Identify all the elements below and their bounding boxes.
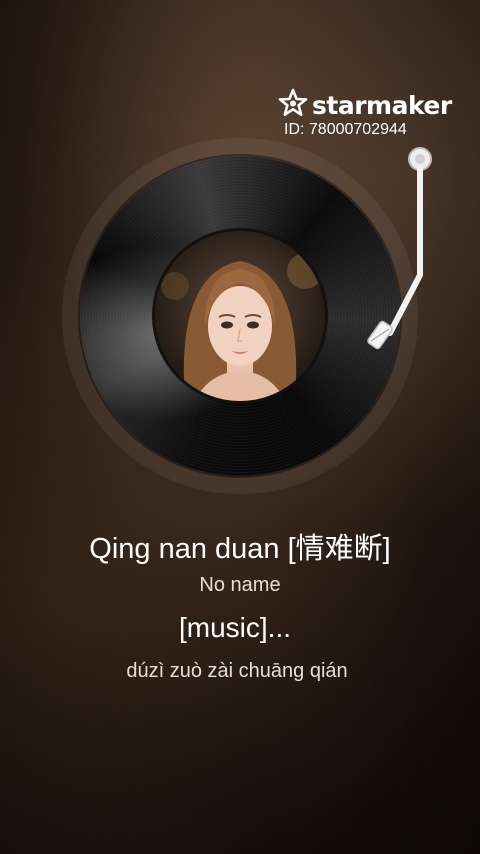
cover-art: [155, 231, 325, 401]
tonearm-icon[interactable]: [340, 145, 440, 380]
song-title: Qing nan duan [情难断]: [89, 533, 391, 565]
current-lyric-line: [music]...: [178, 612, 291, 643]
brand-watermark: starmaker ID: 78000702944: [278, 88, 452, 139]
user-id-label: ID: 78000702944: [284, 121, 407, 138]
next-lyric-line: dúzì zuò zài chuāng qián: [126, 660, 348, 682]
singer-portrait-icon: [155, 231, 325, 401]
brand-name: starmaker: [312, 91, 452, 120]
starmaker-star-icon: [278, 88, 308, 123]
artist-name: No name: [199, 574, 281, 596]
